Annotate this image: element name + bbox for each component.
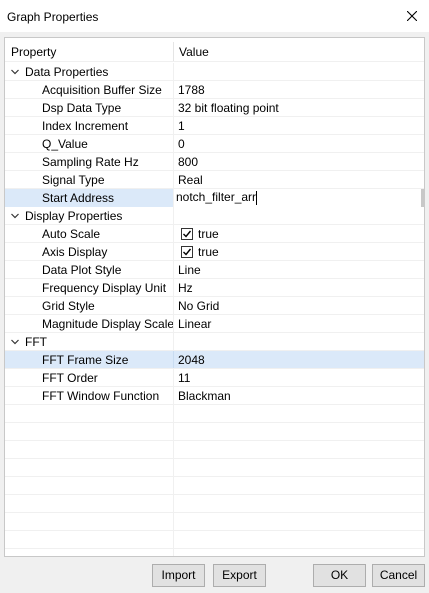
category-display-properties[interactable]: Display Properties <box>5 207 424 225</box>
scrollbar-thumb[interactable] <box>421 189 424 207</box>
property-name: Frequency Display Unit <box>42 281 167 295</box>
ok-button[interactable]: OK <box>313 564 366 587</box>
checkmark-icon <box>183 248 192 256</box>
auto-scale-checkbox[interactable] <box>181 228 193 240</box>
property-value: true <box>198 227 219 241</box>
empty-row <box>5 423 424 441</box>
property-row[interactable]: Signal Type Real <box>5 171 424 189</box>
import-button[interactable]: Import <box>152 564 205 587</box>
property-name: Data Plot Style <box>42 263 122 277</box>
property-name: Signal Type <box>42 173 105 187</box>
property-value[interactable]: Real <box>178 171 203 189</box>
property-value[interactable]: 800 <box>178 153 198 171</box>
property-value[interactable]: 11 <box>178 369 190 387</box>
header-property: Property <box>11 45 57 59</box>
property-name: Grid Style <box>42 299 95 313</box>
empty-row <box>5 495 424 513</box>
property-row[interactable]: Frequency Display Unit Hz <box>5 279 424 297</box>
category-label: Data Properties <box>25 65 109 79</box>
window-title: Graph Properties <box>7 10 99 24</box>
property-name: Dsp Data Type <box>42 101 122 115</box>
property-value[interactable]: Line <box>178 261 201 279</box>
start-address-editor[interactable]: notch_filter_arr <box>174 189 421 207</box>
property-value[interactable]: 1788 <box>178 81 205 99</box>
property-row[interactable]: Acquisition Buffer Size 1788 <box>5 81 424 99</box>
header-value: Value <box>179 45 209 59</box>
property-name: Acquisition Buffer Size <box>42 83 162 97</box>
export-button[interactable]: Export <box>213 564 266 587</box>
property-row[interactable]: Q_Value 0 <box>5 135 424 153</box>
chevron-down-icon[interactable] <box>11 212 19 220</box>
property-grid[interactable]: Property Value Data Properties Acquisiti… <box>4 37 425 557</box>
property-row[interactable]: FFT Window Function Blackman <box>5 387 424 405</box>
category-label: FFT <box>25 335 47 349</box>
property-name: Q_Value <box>42 137 88 151</box>
property-name: Auto Scale <box>42 227 101 241</box>
start-address-input[interactable]: notch_filter_arr <box>176 190 256 206</box>
property-value[interactable]: Blackman <box>178 387 231 405</box>
category-fft[interactable]: FFT <box>5 333 424 351</box>
property-name: FFT Window Function <box>42 389 160 403</box>
category-data-properties[interactable]: Data Properties <box>5 63 424 81</box>
empty-row <box>5 477 424 495</box>
property-name: Magnitude Display Scale <box>42 317 175 331</box>
axis-display-checkbox[interactable] <box>181 246 193 258</box>
property-row[interactable]: Grid Style No Grid <box>5 297 424 315</box>
empty-row <box>5 549 424 556</box>
property-value[interactable]: 2048 <box>178 351 205 369</box>
text-caret <box>256 191 257 205</box>
title-bar: Graph Properties <box>0 0 429 32</box>
property-row-selected[interactable]: Start Address notch_filter_arr <box>5 189 424 207</box>
property-name: Axis Display <box>42 245 108 259</box>
property-row[interactable]: Axis Display true <box>5 243 424 261</box>
empty-row <box>5 441 424 459</box>
property-row[interactable]: Auto Scale true <box>5 225 424 243</box>
chevron-down-icon[interactable] <box>11 338 19 346</box>
property-name: Sampling Rate Hz <box>42 155 139 169</box>
empty-row <box>5 531 424 549</box>
property-name: FFT Frame Size <box>42 353 129 367</box>
property-row[interactable]: Sampling Rate Hz 800 <box>5 153 424 171</box>
property-row[interactable]: Dsp Data Type 32 bit floating point <box>5 99 424 117</box>
property-row[interactable]: FFT Order 11 <box>5 369 424 387</box>
empty-row <box>5 459 424 477</box>
property-name: Start Address <box>42 191 115 205</box>
checkmark-icon <box>183 230 192 238</box>
empty-row <box>5 513 424 531</box>
property-value[interactable]: Linear <box>178 315 211 333</box>
property-value[interactable]: 32 bit floating point <box>178 99 279 117</box>
property-row[interactable]: Data Plot Style Line <box>5 261 424 279</box>
chevron-down-icon[interactable] <box>11 68 19 76</box>
property-value[interactable]: Hz <box>178 279 193 297</box>
property-value[interactable]: No Grid <box>178 297 219 315</box>
property-name: FFT Order <box>42 371 98 385</box>
property-value[interactable]: 1 <box>178 117 185 135</box>
property-value: true <box>198 245 219 259</box>
property-value[interactable]: 0 <box>178 135 185 153</box>
property-row[interactable]: Index Increment 1 <box>5 117 424 135</box>
property-row[interactable]: Magnitude Display Scale Linear <box>5 315 424 333</box>
close-button[interactable] <box>395 0 429 32</box>
cancel-button[interactable]: Cancel <box>372 564 425 587</box>
property-row-hover[interactable]: FFT Frame Size 2048 <box>5 351 424 369</box>
grid-header: Property Value <box>5 42 424 62</box>
property-name: Index Increment <box>42 119 129 133</box>
empty-row <box>5 405 424 423</box>
category-label: Display Properties <box>25 209 123 223</box>
close-icon <box>407 11 417 21</box>
